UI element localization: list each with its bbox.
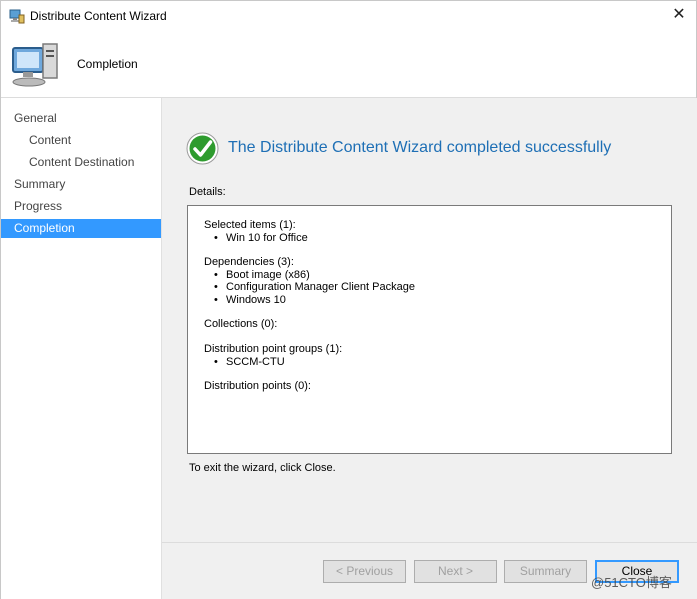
title-bar: Distribute Content Wizard ✕	[1, 1, 696, 31]
computer-icon	[12, 43, 58, 87]
dps-group: Distribution points (0):	[204, 380, 311, 393]
dependencies-group: Dependencies (3): Boot image (x86) Confi…	[204, 256, 415, 306]
wizard-nav: General Content Content Destination Summ…	[1, 98, 162, 599]
list-item: Win 10 for Office	[204, 232, 308, 245]
exit-instructions: To exit the wizard, click Close.	[189, 462, 336, 474]
window-title: Distribute Content Wizard	[30, 9, 167, 23]
dependencies-heading: Dependencies (3):	[204, 256, 294, 268]
collections-group: Collections (0):	[204, 318, 277, 331]
dp-groups-group: Distribution point groups (1): SCCM-CTU	[204, 343, 342, 368]
watermark: @51CTO博客	[591, 575, 672, 590]
nav-item-general[interactable]: General	[1, 109, 161, 128]
previous-button[interactable]: < Previous	[323, 560, 406, 583]
list-item: SCCM-CTU	[204, 356, 342, 369]
selected-items-heading: Selected items (1):	[204, 219, 296, 231]
nav-item-completion[interactable]: Completion	[1, 219, 161, 238]
success-message: The Distribute Content Wizard completed …	[228, 139, 612, 156]
wizard-window: Distribute Content Wizard ✕ Completion G…	[0, 0, 697, 599]
nav-item-summary[interactable]: Summary	[1, 175, 161, 194]
close-window-icon[interactable]: ✕	[668, 4, 690, 26]
details-label: Details:	[189, 186, 226, 198]
page-title: Completion	[77, 57, 138, 71]
list-item: Boot image (x86)	[204, 269, 415, 282]
nav-item-content[interactable]: Content	[1, 131, 161, 150]
nav-item-progress[interactable]: Progress	[1, 197, 161, 216]
collections-heading: Collections (0):	[204, 318, 278, 330]
selected-items-group: Selected items (1): Win 10 for Office	[204, 219, 308, 244]
footer-divider	[162, 542, 697, 543]
list-item: Windows 10	[204, 294, 415, 307]
dp-groups-heading: Distribution point groups (1):	[204, 343, 343, 355]
list-item: Configuration Manager Client Package	[204, 281, 415, 294]
summary-button[interactable]: Summary	[504, 560, 587, 583]
details-box[interactable]: Selected items (1): Win 10 for Office De…	[187, 205, 672, 454]
main-panel: The Distribute Content Wizard completed …	[162, 98, 697, 599]
dps-heading: Distribution points (0):	[204, 380, 311, 392]
page-header: Completion	[1, 31, 696, 98]
success-check-icon	[186, 132, 219, 165]
nav-item-content-destination[interactable]: Content Destination	[1, 153, 161, 172]
next-button[interactable]: Next >	[414, 560, 497, 583]
wizard-app-icon	[9, 9, 25, 24]
